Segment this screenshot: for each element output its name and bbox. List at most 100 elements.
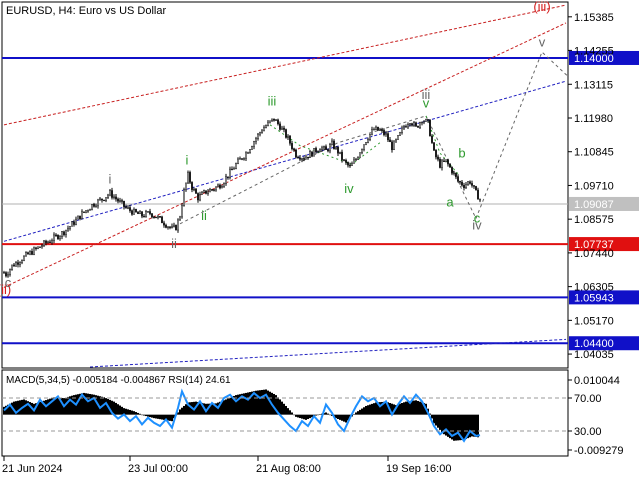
macd-bar bbox=[131, 410, 133, 415]
candle-body bbox=[317, 150, 319, 153]
candle-body bbox=[137, 211, 139, 215]
candle-body bbox=[387, 133, 389, 141]
macd-bar bbox=[345, 414, 347, 423]
candle-body bbox=[105, 197, 107, 201]
candle-body bbox=[121, 200, 123, 202]
x-tick-label: 19 Sep 16:00 bbox=[386, 463, 451, 475]
candle-body bbox=[113, 196, 115, 198]
macd-bar bbox=[477, 414, 479, 438]
macd-bar bbox=[153, 414, 155, 419]
candle-body bbox=[369, 133, 371, 140]
candle-body bbox=[417, 125, 419, 128]
macd-bar bbox=[299, 414, 301, 419]
y-tick-label: 1.13115 bbox=[574, 79, 613, 91]
macd-bar bbox=[325, 412, 327, 415]
candle-body bbox=[421, 121, 423, 124]
macd-bar bbox=[231, 396, 233, 415]
candle-body bbox=[321, 147, 323, 151]
candle-body bbox=[41, 245, 43, 248]
candle-body bbox=[189, 172, 191, 183]
candle-body bbox=[145, 211, 147, 217]
macd-bar bbox=[225, 399, 227, 415]
macd-bar bbox=[289, 410, 291, 415]
macd-bar bbox=[87, 393, 89, 415]
macd-bar bbox=[339, 414, 341, 420]
macd-bar bbox=[91, 394, 93, 415]
candle-body bbox=[339, 151, 341, 154]
candle-body bbox=[243, 157, 245, 160]
candle-body bbox=[77, 215, 79, 220]
macd-bar bbox=[71, 395, 73, 415]
macd-bar bbox=[247, 392, 249, 415]
candle-body bbox=[253, 141, 255, 147]
macd-bar bbox=[317, 414, 319, 416]
candle-body bbox=[93, 203, 95, 207]
candle-body bbox=[399, 132, 401, 136]
macd-bar bbox=[227, 398, 229, 415]
candle-body bbox=[409, 123, 411, 125]
candle-body bbox=[207, 191, 209, 194]
candle-body bbox=[371, 129, 373, 135]
macd-bar bbox=[293, 414, 295, 416]
candle-body bbox=[465, 184, 467, 189]
candle-body bbox=[291, 143, 293, 150]
chart-canvas: 1.140001.077371.059431.044001.09087 (ii)… bbox=[0, 0, 639, 475]
candle-body bbox=[99, 198, 101, 201]
candle-body bbox=[423, 121, 425, 123]
macd-bar bbox=[441, 414, 443, 433]
wave-label: iii bbox=[268, 94, 277, 109]
macd-bar bbox=[185, 404, 187, 415]
macd-bar bbox=[315, 414, 317, 416]
candle-body bbox=[165, 224, 167, 228]
candle-body bbox=[35, 247, 37, 249]
wave-label: ii bbox=[171, 236, 177, 251]
candle-body bbox=[133, 209, 135, 215]
candle-body bbox=[123, 200, 125, 207]
candle-body bbox=[139, 211, 141, 215]
macd-bar bbox=[361, 408, 363, 415]
candle-body bbox=[355, 158, 357, 161]
candle-body bbox=[347, 162, 349, 166]
macd-bar bbox=[281, 401, 283, 415]
y-tick-label: 1.14255 bbox=[574, 45, 614, 57]
candle-body bbox=[307, 156, 309, 159]
candle-body bbox=[233, 168, 235, 170]
macd-bar bbox=[67, 396, 69, 415]
macd-bar bbox=[287, 408, 289, 415]
candle-body bbox=[445, 159, 447, 162]
macd-bar bbox=[57, 397, 59, 415]
candle-body bbox=[103, 199, 105, 202]
candle-body bbox=[451, 167, 453, 174]
candle-body bbox=[67, 227, 69, 231]
candle-body bbox=[75, 218, 77, 225]
ind-y-tick-label: 30.00 bbox=[574, 426, 602, 438]
candle-body bbox=[27, 252, 29, 255]
candle-body bbox=[177, 219, 179, 231]
candle-body bbox=[147, 211, 149, 213]
macd-bar bbox=[363, 407, 365, 415]
candle-body bbox=[351, 163, 353, 166]
macd-bar bbox=[117, 404, 119, 415]
candle-body bbox=[389, 139, 391, 143]
ind-y-tick-label: 0.010044 bbox=[574, 375, 620, 387]
macd-bar bbox=[25, 400, 27, 415]
candle-body bbox=[267, 121, 269, 126]
x-tick-label: 23 Jul 00:00 bbox=[128, 463, 188, 475]
candle-body bbox=[215, 186, 217, 191]
candle-body bbox=[15, 262, 17, 267]
candle-body bbox=[287, 135, 289, 138]
candle-body bbox=[319, 149, 321, 152]
chart-title: EURUSD, H4: Euro vs US Dollar bbox=[6, 5, 166, 17]
candle-body bbox=[435, 150, 437, 158]
macd-bar bbox=[39, 401, 41, 415]
macd-bar bbox=[139, 413, 141, 415]
macd-bar bbox=[307, 414, 309, 420]
candle-body bbox=[295, 149, 297, 158]
candle-body bbox=[285, 129, 287, 138]
candle-body bbox=[251, 146, 253, 150]
candle-body bbox=[143, 215, 145, 218]
candle-body bbox=[221, 186, 223, 189]
candle-body bbox=[413, 122, 415, 126]
indicator-title: MACD(5,34,5) -0.005184 -0.004867 RSI(14)… bbox=[6, 375, 231, 386]
candle-body bbox=[97, 199, 99, 207]
